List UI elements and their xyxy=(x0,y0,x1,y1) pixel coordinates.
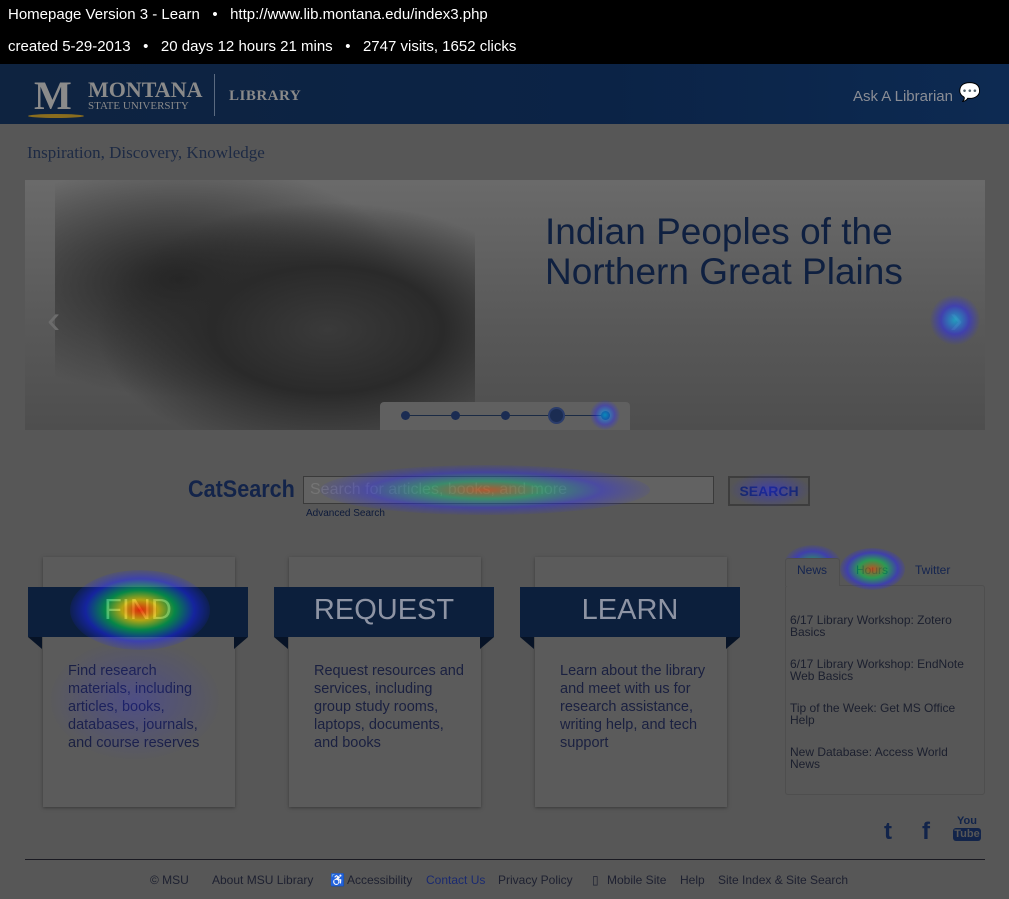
chat-bubble-icon[interactable]: 💬 xyxy=(959,82,981,103)
facebook-icon[interactable]: f xyxy=(922,818,930,846)
report-title-line: Homepage Version 3 - Learn • http://www.… xyxy=(8,6,488,23)
news-item[interactable]: 6/17 Library Workshop: EndNote Web Basic… xyxy=(790,658,970,682)
separator: • xyxy=(143,38,149,55)
learn-description: Learn about the library and meet with us… xyxy=(560,663,706,751)
accessibility-icon: ♿ xyxy=(330,873,345,887)
report-duration: 20 days 12 hours 21 mins xyxy=(160,38,333,55)
find-description: Find research materials, including artic… xyxy=(68,663,200,751)
footer-about-link[interactable]: About MSU Library xyxy=(212,873,313,887)
search-button[interactable]: SEARCH xyxy=(728,476,810,506)
request-description: Request resources and services, includin… xyxy=(314,663,464,751)
ask-librarian-link[interactable]: Ask A Librarian xyxy=(853,88,953,105)
tab-twitter[interactable]: Twitter xyxy=(915,563,950,577)
advanced-search-link[interactable]: Advanced Search xyxy=(306,508,385,519)
logo-name[interactable]: MONTANA xyxy=(88,79,202,101)
catsearch-label: CatSearch xyxy=(188,476,295,503)
logo-divider xyxy=(214,74,215,116)
footer-mobile-link[interactable]: Mobile Site xyxy=(607,873,666,887)
separator: • xyxy=(212,6,218,23)
youtube-icon[interactable]: You Tube xyxy=(953,815,981,841)
prev-arrow-icon[interactable]: ‹ xyxy=(47,298,60,343)
footer-divider xyxy=(25,859,985,860)
pager-dot-active[interactable] xyxy=(548,407,565,424)
news-item[interactable]: 6/17 Library Workshop: Zotero Basics xyxy=(790,614,970,638)
hero-carousel[interactable]: Indian Peoples of the Northern Great Plai… xyxy=(25,180,985,430)
learn-ribbon[interactable]: LEARN xyxy=(520,587,740,649)
youtube-you: You xyxy=(957,815,977,827)
tab-news[interactable]: News xyxy=(797,563,827,577)
heatmap-report-bar: Homepage Version 3 - Learn • http://www.… xyxy=(0,0,1009,64)
footer-copyright: © MSU xyxy=(150,873,189,887)
request-ribbon[interactable]: REQUEST xyxy=(274,587,494,649)
news-item[interactable]: Tip of the Week: Get MS Office Help xyxy=(790,702,970,726)
news-item[interactable]: New Database: Access World News xyxy=(790,746,970,770)
hero-title-line: Northern Great Plains xyxy=(545,251,903,292)
next-arrow-icon[interactable]: › xyxy=(950,298,963,343)
carousel-pager xyxy=(380,402,630,430)
footer-privacy-link[interactable]: Privacy Policy xyxy=(498,873,573,887)
hero-title[interactable]: Indian Peoples of the Northern Great Plai… xyxy=(545,212,903,292)
site-header: M MONTANA STATE UNIVERSITY LIBRARY Ask A… xyxy=(0,64,1009,124)
hero-image xyxy=(55,180,475,430)
find-ribbon[interactable]: FIND xyxy=(28,587,248,649)
catsearch-input[interactable] xyxy=(303,476,714,504)
report-created: created 5-29-2013 xyxy=(8,38,131,55)
logo-subtitle[interactable]: STATE UNIVERSITY xyxy=(88,100,189,112)
pager-dot[interactable] xyxy=(451,411,460,420)
tab-hours[interactable]: Hours xyxy=(856,563,888,577)
hero-title-line: Indian Peoples of the xyxy=(545,211,893,252)
tagline: Inspiration, Discovery, Knowledge xyxy=(27,143,265,162)
report-stats: 2747 visits, 1652 clicks xyxy=(362,38,517,55)
report-url: http://www.lib.montana.edu/index3.php xyxy=(230,6,488,23)
report-stats-line: created 5-29-2013 • 20 days 12 hours 21 … xyxy=(8,38,516,55)
footer-site-index-link[interactable]: Site Index & Site Search xyxy=(718,873,848,887)
footer-help-link[interactable]: Help xyxy=(680,873,705,887)
msu-logo-icon[interactable]: M xyxy=(28,76,84,118)
pager-dot[interactable] xyxy=(401,411,410,420)
separator: • xyxy=(345,38,351,55)
youtube-tube: Tube xyxy=(953,828,981,841)
library-link[interactable]: LIBRARY xyxy=(229,88,301,105)
report-title: Homepage Version 3 - Learn xyxy=(8,6,200,23)
pager-dot[interactable] xyxy=(601,411,610,420)
mobile-icon: ▯ xyxy=(592,873,599,887)
twitter-icon[interactable]: t xyxy=(884,818,892,846)
footer-accessibility-link[interactable]: Accessibility xyxy=(347,873,412,887)
footer-contact-link[interactable]: Contact Us xyxy=(426,873,485,887)
pager-dot[interactable] xyxy=(501,411,510,420)
